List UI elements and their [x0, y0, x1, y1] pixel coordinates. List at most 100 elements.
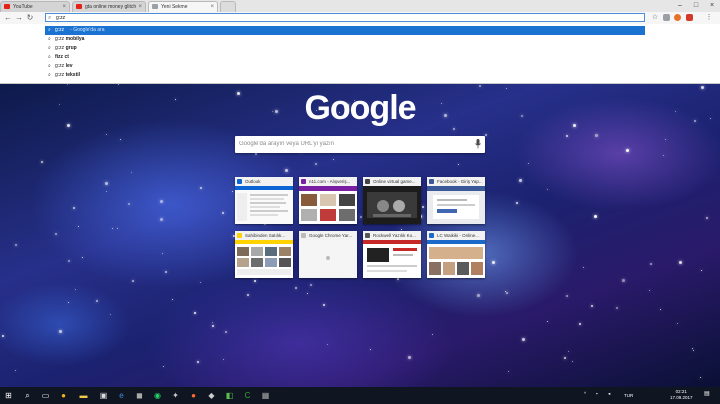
- language-indicator[interactable]: TUR: [624, 393, 633, 399]
- star: [443, 113, 447, 117]
- suggestion-item[interactable]: ⌕ g:zz tekstil: [45, 71, 645, 80]
- extension-icon[interactable]: [663, 14, 670, 21]
- star: [546, 321, 548, 323]
- most-visited-tile-rockwell[interactable]: Rockwell Yazılık Ko...: [363, 231, 421, 278]
- star: [231, 190, 233, 192]
- youtube-icon: [4, 4, 10, 9]
- tray-chevron-icon[interactable]: ^: [584, 391, 586, 397]
- star: [693, 350, 695, 352]
- star: [567, 351, 569, 353]
- microphone-icon[interactable]: [475, 139, 481, 149]
- game-icon: [365, 179, 370, 184]
- notification-icon[interactable]: ▤: [704, 391, 710, 397]
- google-logo: Google: [304, 89, 416, 127]
- app-icon[interactable]: ▦: [260, 390, 271, 401]
- star: [578, 322, 581, 325]
- firefox-icon[interactable]: ●: [188, 390, 199, 401]
- file-explorer-icon[interactable]: ▬: [78, 390, 89, 401]
- star: [68, 302, 70, 304]
- tab-new[interactable]: Yeni Sekme ×: [148, 1, 218, 12]
- star: [72, 206, 75, 209]
- star: [106, 191, 108, 193]
- star: [105, 182, 109, 186]
- search-input[interactable]: [239, 138, 464, 150]
- star: [159, 200, 163, 204]
- clock[interactable]: 02:21 17.09.2017: [670, 389, 693, 401]
- star: [616, 306, 619, 309]
- app-icon[interactable]: ◧: [224, 390, 235, 401]
- star: [677, 323, 679, 325]
- star: [2, 334, 5, 337]
- star: [247, 293, 250, 296]
- search-box[interactable]: [235, 136, 485, 153]
- app-icon[interactable]: ✦: [170, 390, 181, 401]
- star: [164, 271, 167, 274]
- edge-icon[interactable]: e: [116, 390, 127, 401]
- suggestion-text: tekstil: [65, 72, 81, 78]
- back-icon[interactable]: ←: [3, 13, 13, 23]
- address-bar[interactable]: ⌕ g:zz: [45, 13, 645, 22]
- app-icon[interactable]: ◼: [134, 390, 145, 401]
- star: [284, 168, 288, 172]
- star: [692, 348, 694, 349]
- star: [225, 330, 228, 333]
- most-visited-tile-n11[interactable]: n11.com - Alışveriş...: [299, 177, 357, 224]
- star: [109, 314, 111, 316]
- tab-label: YouTube: [13, 4, 33, 10]
- minimize-icon[interactable]: –: [672, 0, 688, 11]
- suggestion-item[interactable]: ⌕ g:zz lev: [45, 62, 645, 71]
- close-icon[interactable]: ×: [210, 2, 214, 12]
- star: [130, 171, 132, 173]
- suggestion-item[interactable]: ⌕ fizz ct: [45, 53, 645, 62]
- search-icon: ⌕: [48, 36, 51, 42]
- suggestion-item[interactable]: ⌕ g:zz - Google'da ara: [45, 26, 645, 35]
- most-visited-tile-facebook[interactable]: Facebook - Giriş Yap...: [427, 177, 485, 224]
- star: [679, 261, 683, 265]
- tile-title: Rockwell Yazılık Ko...: [373, 233, 416, 238]
- forward-icon[interactable]: →: [14, 13, 24, 23]
- store-icon[interactable]: ▣: [98, 390, 109, 401]
- most-visited-tile-google-chrome-help[interactable]: Google Chrome Yar...: [299, 231, 357, 278]
- suggestion-item[interactable]: ⌕ g:zz mobilya: [45, 35, 645, 44]
- extension-icon[interactable]: [674, 14, 681, 21]
- tab-youtube[interactable]: YouTube ×: [0, 1, 70, 12]
- star: [112, 227, 114, 229]
- most-visited-tile-online-virtual-game[interactable]: Online virtual game...: [363, 177, 421, 224]
- whatsapp-icon[interactable]: ◉: [152, 390, 163, 401]
- star: [397, 278, 400, 281]
- suggestion-item[interactable]: ⌕ g:zz grup: [45, 44, 645, 53]
- maximize-icon[interactable]: □: [688, 0, 704, 11]
- most-visited-tile-lc-waikiki[interactable]: LC Waikiki - Online...: [427, 231, 485, 278]
- windows-start-icon[interactable]: ⊞: [3, 390, 14, 401]
- star: [211, 325, 214, 328]
- suggestion-text: lev: [65, 63, 73, 69]
- network-icon[interactable]: ▪: [596, 391, 598, 397]
- address-input[interactable]: g:zz: [56, 15, 65, 21]
- star: [521, 114, 524, 117]
- most-visited-tile-sahibinden[interactable]: Sahibinden Satılık...: [235, 231, 293, 278]
- star: [457, 163, 459, 165]
- suggestion-prefix: g:zz: [55, 36, 66, 42]
- star: [131, 279, 134, 282]
- volume-icon[interactable]: ◂: [608, 391, 610, 397]
- most-visited-tile-outlook[interactable]: Outlook: [235, 177, 293, 224]
- close-icon[interactable]: ×: [138, 2, 142, 12]
- tab-gta[interactable]: gta online money glitch ×: [72, 1, 146, 12]
- close-icon[interactable]: ×: [62, 2, 66, 12]
- star: [648, 289, 650, 291]
- star-icon[interactable]: ☆: [650, 13, 660, 23]
- suggestion-text: fizz ct: [55, 54, 69, 60]
- reload-icon[interactable]: ↻: [25, 13, 35, 23]
- app-icon[interactable]: ◆: [206, 390, 217, 401]
- close-window-icon[interactable]: ×: [704, 0, 720, 11]
- menu-icon[interactable]: ⋮: [704, 13, 714, 23]
- search-icon[interactable]: ⌕: [22, 390, 33, 401]
- task-view-icon[interactable]: ▭: [40, 390, 51, 401]
- extension-icon[interactable]: [686, 14, 693, 21]
- star: [572, 123, 576, 127]
- new-tab-button[interactable]: [220, 1, 236, 12]
- chrome-icon[interactable]: ●: [58, 390, 69, 401]
- tile-thumbnail: [299, 240, 357, 278]
- camtasia-icon[interactable]: C: [242, 390, 253, 401]
- tile-title: Google Chrome Yar...: [309, 233, 353, 238]
